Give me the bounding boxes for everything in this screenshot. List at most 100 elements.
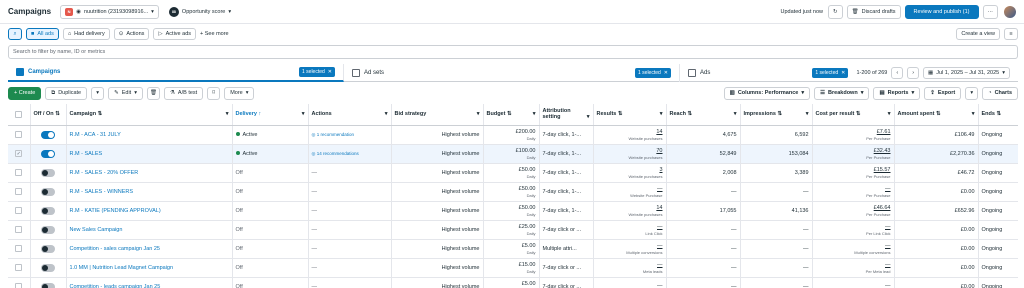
close-icon[interactable]: ✕ <box>841 70 845 76</box>
edit-button[interactable]: ✎ Edit ▾ <box>108 86 143 100</box>
row-select-cell[interactable] <box>8 258 31 278</box>
export-button[interactable]: ⇪ Export <box>924 86 962 100</box>
on-off-toggle[interactable] <box>41 187 55 196</box>
recommendations-link[interactable]: 14 recommendations <box>317 151 359 156</box>
budget-cell[interactable]: £200.00 Daily <box>483 125 540 145</box>
header-amount-spent[interactable]: Amount spent ⇅ ▾ <box>894 104 979 126</box>
export-dropdown[interactable]: ▾ <box>965 86 979 100</box>
search-toggle-button[interactable]: ⌕ <box>8 28 22 40</box>
row-select-cell[interactable] <box>8 182 31 202</box>
breakdown-button[interactable]: ☰ Breakdown ▾ <box>814 86 870 100</box>
budget-cell[interactable]: £50.00 Daily <box>483 201 540 221</box>
row-select-cell[interactable] <box>8 201 31 221</box>
table-row[interactable]: ✓ R.M - SALES Active ◎ 14 recommendations Hi… <box>8 144 1018 164</box>
header-cost-per-result[interactable]: Cost per result ⇅ ▾ <box>812 104 895 126</box>
next-page-button[interactable]: › <box>907 67 920 79</box>
duplicate-dropdown[interactable]: ▾ <box>91 86 105 100</box>
budget-cell[interactable]: £25.00 Daily <box>483 220 540 240</box>
row-checkbox[interactable] <box>15 245 23 252</box>
budget-cell[interactable]: £50.00 Daily <box>483 182 540 202</box>
toggle-cell[interactable] <box>30 163 67 183</box>
recommendations-link[interactable]: 1 recommendation <box>317 132 354 137</box>
tab-ads[interactable]: Ads 1 selected ✕ 1-200 of 269 ‹ › ▦ Jul 1,… <box>680 64 1018 82</box>
row-checkbox[interactable] <box>15 283 23 288</box>
campaign-name-link[interactable]: R.M - SALES - WINNERS <box>70 189 134 195</box>
on-off-toggle[interactable] <box>41 149 55 158</box>
campaign-cell[interactable]: Competition - sales campaign Jan 25 <box>66 239 233 259</box>
toggle-cell[interactable] <box>30 239 67 259</box>
row-select-cell[interactable] <box>8 239 31 259</box>
see-more-button[interactable]: + See more <box>200 31 229 37</box>
header-delivery[interactable]: Delivery ↑ ▾ <box>232 104 309 126</box>
campaign-cell[interactable]: R.M - SALES <box>66 144 233 164</box>
toggle-cell[interactable] <box>30 144 67 164</box>
selected-chip[interactable]: 1 selected ✕ <box>812 68 849 78</box>
campaign-name-link[interactable]: R.M - SALES - 20% OFFER <box>70 170 139 176</box>
budget-cell[interactable]: £100.00 Daily <box>483 144 540 164</box>
row-checkbox[interactable] <box>15 264 23 271</box>
select-all-checkbox[interactable] <box>15 110 23 118</box>
more-menu-button[interactable]: ··· <box>982 4 998 19</box>
tab-campaigns[interactable]: Campaigns 1 selected ✕ <box>8 64 344 82</box>
toggle-cell[interactable] <box>30 258 67 278</box>
ab-test-button[interactable]: ⚗ A/B test <box>163 86 204 100</box>
table-row[interactable]: R.M - KATIE (PENDING APPROVAL) Off — Highes… <box>8 201 1018 221</box>
header-campaign[interactable]: Campaign ⇅ ▾ <box>66 104 233 126</box>
delete-button[interactable]: 🗑 <box>146 86 160 100</box>
header-budget[interactable]: Budget ⇅ ▾ <box>483 104 540 126</box>
campaign-name-link[interactable]: R.M - KATIE (PENDING APPROVAL) <box>70 208 161 214</box>
row-checkbox[interactable] <box>15 188 23 195</box>
actions-cell[interactable]: ◎ 1 recommendation <box>308 125 392 145</box>
filter-active-ads[interactable]: ▷ Active ads <box>153 28 197 40</box>
toggle-cell[interactable] <box>30 220 67 240</box>
on-off-toggle[interactable] <box>41 206 55 215</box>
on-off-toggle[interactable] <box>41 225 55 234</box>
campaign-cell[interactable]: New Sales Campaign <box>66 220 233 240</box>
budget-cell[interactable]: £5.00Daily <box>483 239 540 259</box>
reports-button[interactable]: ▤ Reports ▾ <box>873 86 921 100</box>
selected-chip[interactable]: 1 selected ✕ <box>635 68 671 78</box>
campaign-name-link[interactable]: New Sales Campaign <box>70 227 123 233</box>
row-checkbox[interactable] <box>15 131 23 138</box>
campaign-cell[interactable]: 1.0 MM | Nutrition Lead Magnet Campaign <box>66 258 233 278</box>
header-off-on[interactable]: Off / On ⇅ <box>30 104 67 126</box>
tag-button[interactable]: ⌑ <box>207 86 221 100</box>
campaign-cell[interactable]: R.M - SALES - 20% OFFER <box>66 163 233 183</box>
toggle-cell[interactable] <box>30 125 67 145</box>
row-select-cell[interactable] <box>8 125 31 145</box>
search-input[interactable]: Search to filter by name, ID or metrics <box>8 45 1018 59</box>
table-row[interactable]: R.M - SALES - WINNERS Off — Highest volume £… <box>8 182 1018 202</box>
date-range-picker[interactable]: ▦ Jul 1, 2025 – Jul 31, 2025 ▾ <box>923 67 1010 79</box>
filter-all-ads[interactable]: ■ All ads <box>26 28 59 40</box>
row-select-cell[interactable] <box>8 163 31 183</box>
table-row[interactable]: Competition - leads campaign Jan 25 Off — H… <box>8 277 1018 288</box>
refresh-button[interactable]: ↻ <box>828 4 843 19</box>
campaign-name-link[interactable]: Competition - leads campaign Jan 25 <box>70 284 161 288</box>
select-all-header[interactable] <box>8 104 31 126</box>
campaign-name-link[interactable]: 1.0 MM | Nutrition Lead Magnet Campaign <box>70 265 174 271</box>
avatar[interactable] <box>1004 5 1016 18</box>
on-off-toggle[interactable] <box>41 244 55 253</box>
row-checkbox[interactable] <box>15 207 23 214</box>
selected-chip[interactable]: 1 selected ✕ <box>299 67 335 77</box>
settings-sliders-button[interactable]: ≡ <box>1004 28 1018 40</box>
campaign-name-link[interactable]: R.M - SALES <box>70 151 103 157</box>
filter-actions[interactable]: ⊙ Actions <box>113 28 150 40</box>
duplicate-button[interactable]: ⧉ Duplicate <box>45 86 88 100</box>
filter-had-delivery[interactable]: ⌂ Had delivery <box>62 28 110 40</box>
campaign-cell[interactable]: R.M - KATIE (PENDING APPROVAL) <box>66 201 233 221</box>
row-checkbox[interactable] <box>15 169 23 176</box>
close-icon[interactable]: ✕ <box>328 69 332 75</box>
table-row[interactable]: New Sales Campaign Off — Highest volume £25.… <box>8 220 1018 240</box>
on-off-toggle[interactable] <box>41 130 55 139</box>
header-results[interactable]: Results ⇅ ▾ <box>593 104 667 126</box>
campaign-cell[interactable]: Competition - leads campaign Jan 25 <box>66 277 233 288</box>
budget-cell[interactable]: £15.00 Daily <box>483 258 540 278</box>
on-off-toggle[interactable] <box>41 282 55 288</box>
charts-button[interactable]: ◔ Charts <box>982 86 1018 100</box>
table-row[interactable]: Competition - sales campaign Jan 25 Off — H… <box>8 239 1018 259</box>
toggle-cell[interactable] <box>30 201 67 221</box>
opportunity-score[interactable]: 88 Opportunity score ▾ <box>168 6 231 17</box>
row-select-cell[interactable]: ✓ <box>8 144 31 164</box>
row-select-cell[interactable] <box>8 220 31 240</box>
